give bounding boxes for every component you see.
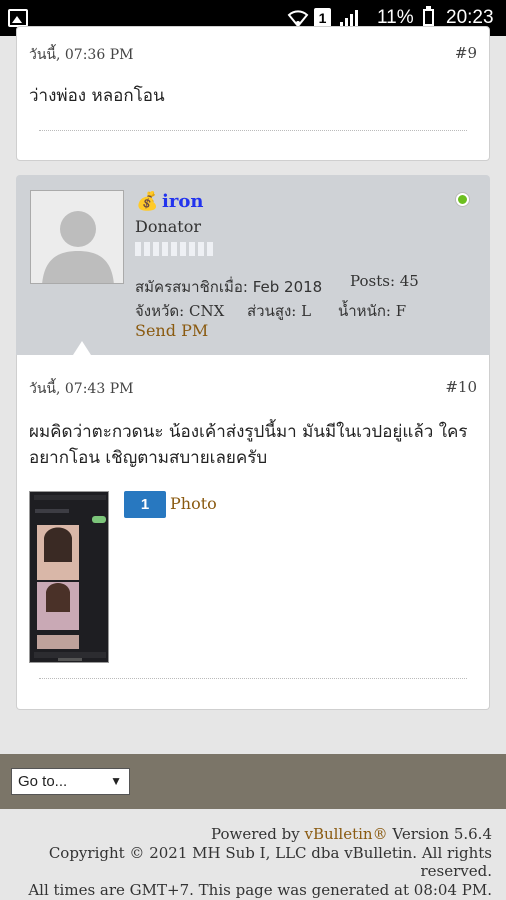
copyright-line-2: reserved. (420, 862, 492, 880)
user-weight: น้ำหนัก: F (338, 302, 407, 320)
photo-attachment-thumbnail[interactable] (29, 491, 109, 663)
post-content: ว่างพ่อง หลอกโอน (29, 86, 165, 106)
post-number-link[interactable]: #9 (455, 44, 477, 62)
post-content-line-1: ผมคิดว่าตะกวดนะ น้องเค้าส่งรูปนี้มา มันม… (29, 422, 468, 442)
post-date: วันนี้, 07:43 PM (29, 381, 134, 397)
chevron-down-icon: ▼ (110, 774, 122, 788)
post-divider (39, 678, 467, 679)
online-status-icon (456, 193, 469, 206)
vbulletin-link[interactable]: vBulletin® (304, 825, 387, 843)
join-date: สมัครสมาชิกเมื่อ: Feb 2018 (135, 278, 323, 296)
post-divider (39, 130, 467, 131)
avatar[interactable] (30, 190, 124, 284)
username-link[interactable]: iron (162, 191, 203, 212)
post-content-line-2: อยากโอน เชิญตามสบายเลยครับ (29, 448, 268, 468)
author-pointer (73, 341, 91, 355)
photo-count-badge[interactable]: 1 (124, 491, 166, 518)
author-info: 💰 iron Donator สมัครสมาชิกเมื่อ: Feb 201… (16, 175, 490, 355)
post-card-9: วันนี้, 07:36 PM #9 ว่างพ่อง หลอกโอน (16, 26, 490, 161)
goto-select[interactable]: Go to... ▼ (11, 768, 130, 795)
goto-bar: Go to... ▼ (0, 754, 506, 809)
reputation-bar (135, 242, 213, 256)
copyright-line-1: Copyright © 2021 MH Sub I, LLC dba vBull… (48, 843, 492, 862)
goto-select-label: Go to... (18, 773, 68, 790)
footer: Powered by vBulletin® Version 5.6.4 Copy… (0, 809, 506, 900)
post-date: วันนี้, 07:36 PM (29, 47, 134, 63)
user-province: จังหวัด: CNX (135, 302, 225, 320)
user-rank: Donator (135, 217, 202, 236)
timezone-info: All times are GMT+7. This page was gener… (28, 880, 492, 899)
send-pm-link[interactable]: Send PM (135, 321, 208, 340)
photo-link[interactable]: Photo (170, 494, 217, 513)
post-count: Posts: 45 (350, 272, 419, 290)
user-height: ส่วนสูง: L (247, 302, 312, 320)
gallery-notification-icon (8, 9, 28, 27)
money-bag-icon: 💰 (136, 191, 159, 212)
powered-by: Powered by vBulletin® Version 5.6.4 (210, 825, 492, 843)
post-number-link[interactable]: #10 (445, 378, 477, 396)
